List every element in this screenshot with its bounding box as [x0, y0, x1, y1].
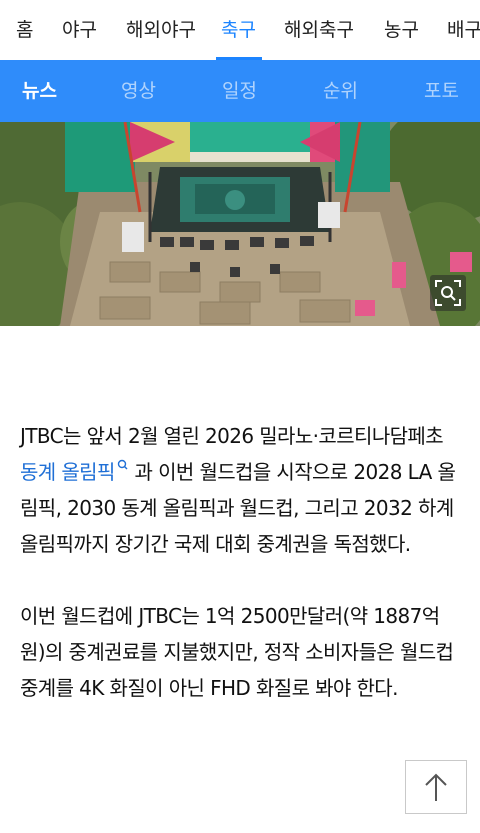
article-paragraph-2: 이번 월드컵에 JTBC는 1억 2500만달러(약 1887억원)의 중계권료…: [20, 604, 454, 700]
cat-item-overseas-football[interactable]: 해외축구: [284, 0, 354, 60]
zoom-button[interactable]: [430, 275, 466, 311]
tab-schedule[interactable]: 일정: [222, 60, 257, 122]
cat-item-overseas-baseball[interactable]: 해외야구: [126, 0, 196, 60]
p1-text-before: JTBC는 앞서 2월 열린 2026 밀라노·코르티나담페초: [20, 424, 444, 448]
tab-video[interactable]: 영상: [121, 60, 156, 122]
search-icon: [117, 459, 128, 470]
cat-item-volleyball[interactable]: 배구: [447, 0, 480, 60]
zoom-icon: [435, 280, 461, 306]
tab-news[interactable]: 뉴스: [22, 60, 57, 122]
olympic-link[interactable]: 동계 올림픽: [20, 459, 129, 484]
article-paragraph-1: JTBC는 앞서 2월 열린 2026 밀라노·코르티나담페초 동계 올림픽 과…: [20, 418, 460, 562]
cat-item-basketball[interactable]: 농구: [384, 0, 419, 60]
sub-nav: 뉴스 영상 일정 순위 포토: [0, 60, 480, 122]
category-nav: 홈 야구 해외야구 축구 해외축구 농구 배구: [0, 0, 480, 60]
tab-ranking[interactable]: 순위: [323, 60, 358, 122]
cat-item-football[interactable]: 축구: [221, 0, 256, 60]
cat-item-home[interactable]: 홈: [16, 0, 33, 60]
article-body: JTBC는 앞서 2월 열린 2026 밀라노·코르티나담페초 동계 올림픽 과…: [20, 418, 460, 706]
scroll-top-button[interactable]: [405, 760, 467, 814]
stadium-stage-image: [0, 122, 480, 326]
cat-item-baseball[interactable]: 야구: [62, 0, 97, 60]
arrow-up-icon: [425, 773, 447, 801]
tab-photo[interactable]: 포토: [424, 60, 459, 122]
olympic-link-label: 동계 올림픽: [20, 460, 115, 484]
article-photo[interactable]: [0, 122, 480, 326]
